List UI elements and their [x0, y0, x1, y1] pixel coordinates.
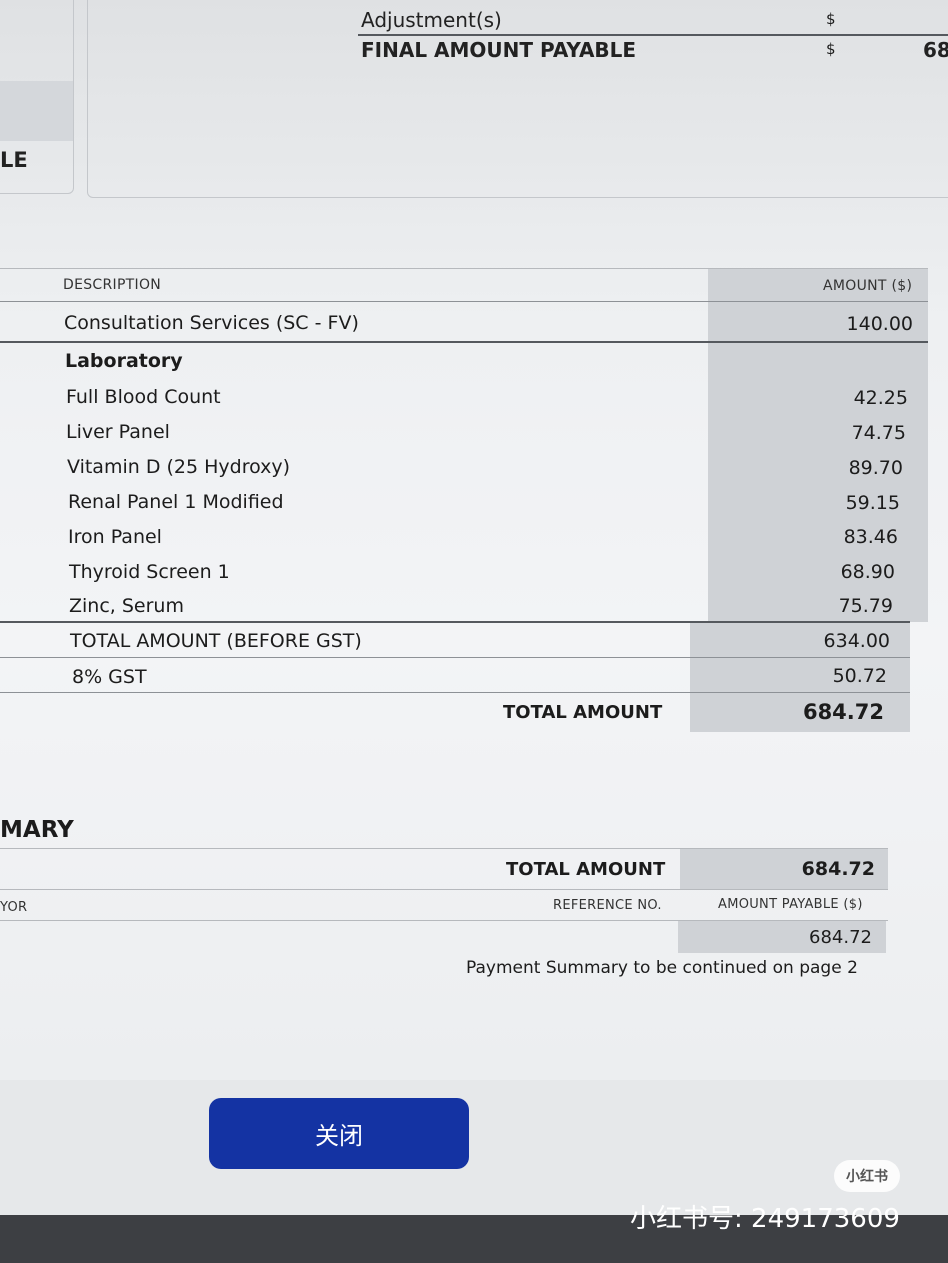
subtotal-label: TOTAL AMOUNT (BEFORE GST)	[70, 630, 362, 652]
lab-item-amount: 83.46	[843, 526, 898, 548]
header-divider	[0, 301, 928, 302]
consultation-label: Consultation Services (SC - FV)	[64, 312, 359, 334]
total-divider	[0, 692, 910, 693]
right-summary-box	[87, 0, 948, 198]
payor-header: YOR	[0, 900, 28, 915]
subtotal-divider	[0, 621, 910, 623]
gst-label: 8% GST	[72, 666, 147, 688]
invoice-sheet: LE Adjustment(s) $ FINAL AMOUNT PAYABLE …	[0, 0, 948, 1080]
lab-item-label: Liver Panel	[66, 421, 170, 443]
gst-divider	[0, 657, 910, 658]
left-box-partial-text: LE	[0, 148, 28, 172]
final-amount-currency: $	[826, 40, 836, 58]
gst-amount: 50.72	[832, 665, 887, 687]
total-label: TOTAL AMOUNT	[503, 702, 663, 723]
close-button[interactable]: 关闭	[209, 1098, 469, 1169]
reference-no-header: REFERENCE NO.	[553, 898, 662, 913]
laboratory-heading: Laboratory	[65, 350, 183, 372]
lab-item-label: Full Blood Count	[66, 386, 221, 408]
adjustment-label: Adjustment(s)	[361, 8, 502, 32]
total-amount: 684.72	[802, 700, 884, 724]
continued-note: Payment Summary to be continued on page …	[466, 958, 858, 978]
amount-payable-value: 684.72	[809, 927, 872, 948]
table-top-border	[0, 268, 928, 269]
lab-item-amount: 68.90	[840, 561, 895, 583]
consultation-divider	[0, 341, 928, 343]
description-header: DESCRIPTION	[63, 277, 162, 293]
lab-item-amount: 59.15	[845, 492, 900, 514]
lab-item-amount: 42.25	[853, 387, 908, 409]
payment-summary-title: MARY	[0, 817, 74, 843]
lab-item-label: Vitamin D (25 Hydroxy)	[67, 456, 291, 478]
lab-item-amount: 89.70	[848, 457, 903, 479]
summary-total-value: 684.72	[801, 858, 875, 880]
lab-item-amount: 75.79	[838, 595, 893, 617]
xiaohongshu-watermark-badge: 小红书	[834, 1160, 900, 1192]
lab-item-label: Thyroid Screen 1	[69, 561, 230, 583]
amount-header: AMOUNT ($)	[823, 278, 913, 294]
summary-total-label: TOTAL AMOUNT	[506, 859, 666, 880]
lab-item-label: Renal Panel 1 Modified	[68, 491, 284, 513]
lab-item-label: Iron Panel	[68, 526, 162, 548]
lab-item-amount: 74.75	[851, 422, 906, 444]
consultation-amount: 140.00	[846, 313, 913, 335]
amount-payable-header: AMOUNT PAYABLE ($)	[718, 897, 863, 912]
top-summary-divider	[358, 34, 948, 36]
adjustment-currency: $	[826, 10, 836, 28]
xiaohongshu-watermark-text: 小红书号: 249173609	[630, 1204, 900, 1234]
final-amount-value: 68	[923, 38, 948, 62]
final-amount-payable-label: FINAL AMOUNT PAYABLE	[361, 38, 637, 62]
lab-item-label: Zinc, Serum	[69, 595, 184, 617]
summary-mid-border	[0, 889, 888, 890]
subtotal-amount: 634.00	[823, 630, 890, 652]
